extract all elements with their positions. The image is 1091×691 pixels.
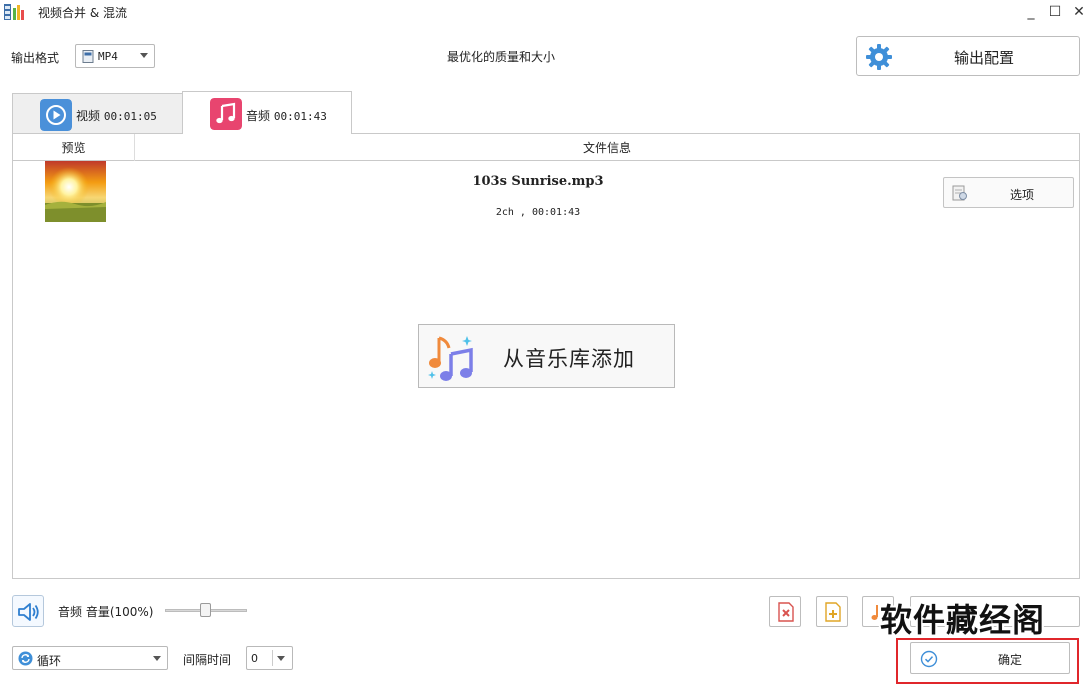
audio-thumbnail — [45, 161, 106, 222]
options-button[interactable]: 选项 — [943, 177, 1074, 208]
interval-select[interactable]: 0 — [246, 646, 293, 670]
volume-slider-thumb[interactable] — [200, 603, 211, 617]
file-meta: 2ch , 00:01:43 — [495, 207, 581, 218]
tab-audio-label: 音频 — [246, 109, 271, 123]
volume-slider[interactable] — [165, 603, 247, 617]
volume-label: 音频 音量(100%) — [58, 605, 154, 619]
chevron-down-icon — [277, 656, 285, 661]
table-header: 预览 文件信息 — [13, 134, 1079, 161]
file-format-icon — [82, 50, 94, 63]
title-bar: 视频合并 & 混流 _ ☐ ✕ — [0, 0, 1091, 24]
gear-icon — [866, 44, 892, 70]
column-header-preview: 预览 — [13, 134, 135, 161]
output-config-label: 输出配置 — [954, 49, 1015, 67]
chevron-down-icon — [140, 53, 148, 58]
file-list-panel: 预览 文件信息 103s Sunrise.mp3 2ch , 00:01:43 — [12, 133, 1080, 579]
play-circle-icon — [40, 99, 72, 131]
loop-mode-value: 循环 — [37, 654, 62, 668]
tab-audio-duration: 00:01:43 — [273, 110, 327, 123]
remove-file-button[interactable] — [769, 596, 801, 627]
speaker-button[interactable] — [12, 595, 44, 627]
delete-file-icon — [778, 602, 794, 622]
interval-label: 间隔时间 — [183, 653, 232, 667]
maximize-button[interactable]: ☐ — [1042, 0, 1068, 24]
select-divider — [272, 650, 273, 666]
options-label: 选项 — [1010, 188, 1035, 202]
interval-value: 0 — [251, 652, 258, 665]
close-button[interactable]: ✕ — [1066, 0, 1091, 24]
loop-icon — [18, 651, 33, 666]
output-config-button[interactable]: 输出配置 — [856, 36, 1080, 76]
chevron-down-icon — [153, 656, 161, 661]
window-title: 视频合并 & 混流 — [38, 6, 127, 20]
add-file-button[interactable] — [816, 596, 848, 627]
speaker-icon — [18, 603, 39, 621]
watermark-text: 软件藏经阁 — [880, 601, 1046, 639]
music-library-icon — [428, 336, 473, 381]
highlight-box — [896, 638, 1079, 684]
minimize-button[interactable]: _ — [1018, 0, 1044, 24]
format-select[interactable]: MP4 — [75, 44, 155, 68]
format-value: MP4 — [98, 50, 118, 63]
file-name: 103s Sunrise.mp3 — [472, 174, 604, 189]
loop-mode-select[interactable]: 循环 — [12, 646, 168, 670]
output-format-label: 输出格式 — [11, 51, 60, 65]
column-header-file-info: 文件信息 — [582, 141, 631, 155]
settings-file-icon — [952, 185, 967, 201]
quality-text: 最优化的质量和大小 — [447, 50, 556, 64]
music-note-icon — [210, 98, 242, 130]
tab-video-duration: 00:01:05 — [103, 110, 157, 123]
add-from-library-label: 从音乐库添加 — [503, 347, 635, 371]
add-file-icon — [825, 602, 841, 622]
tab-video-label: 视频 — [76, 109, 101, 123]
tab-video[interactable]: 视频 00:01:05 — [12, 93, 183, 133]
tab-audio[interactable]: 音频 00:01:43 — [182, 91, 352, 134]
add-from-library-button[interactable]: 从音乐库添加 — [418, 324, 675, 388]
app-logo-icon — [4, 4, 24, 20]
